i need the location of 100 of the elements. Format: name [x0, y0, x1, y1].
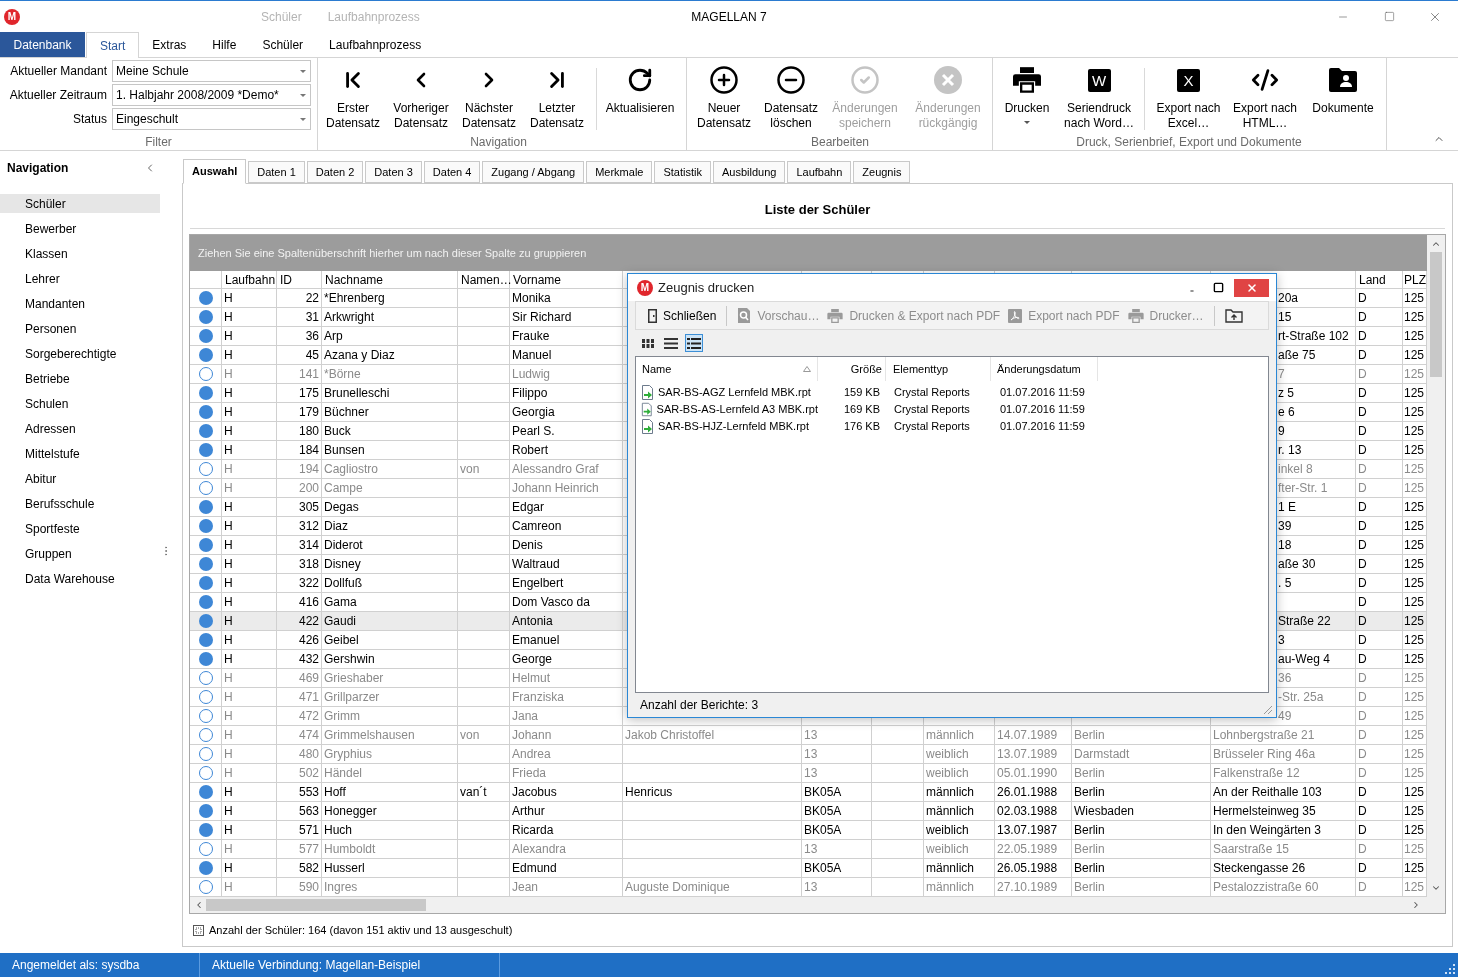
table-cell-text: H	[224, 613, 233, 630]
table-cell-text: männlich	[926, 784, 975, 801]
table-cell-text: H	[224, 518, 233, 535]
table-cell-text: Edgar	[512, 499, 545, 516]
table-cell-text: D	[1358, 822, 1367, 839]
table-cell-text: 125	[1404, 822, 1425, 839]
table-cell-text: Johann	[512, 727, 552, 744]
table-cell-text: D	[1358, 727, 1367, 744]
table-cell-text: 125	[1404, 499, 1425, 516]
table-cell-text: fter-Str. 1	[1278, 480, 1328, 497]
table-cell-text: H	[224, 841, 233, 858]
table-cell-text: 45	[305, 347, 319, 364]
status-text: Angemeldet als: sysdba	[12, 957, 140, 974]
table-cell-text: 125	[1404, 879, 1425, 896]
table-cell-text: weiblich	[926, 822, 969, 839]
table-cell-text: Robert	[512, 442, 549, 459]
group-label: Navigation	[469, 135, 528, 150]
table-cell-text: von	[460, 727, 480, 744]
table-cell-text: D	[1358, 366, 1367, 383]
table-cell-text: 318	[298, 556, 319, 573]
table-cell-text: H	[224, 879, 233, 896]
table-cell-text: Grimmelshausen	[324, 727, 415, 744]
table-cell-text: 125	[1404, 708, 1425, 725]
table-cell-text: Grillparzer	[324, 689, 380, 706]
table-cell-text: Wiesbaden	[1074, 803, 1135, 820]
table-cell-text: Jakob Christoffel	[625, 727, 715, 744]
table-cell-text: D	[1358, 689, 1367, 706]
table-cell-text: H	[224, 366, 233, 383]
table-cell-text: In den Weingärten 3	[1213, 822, 1321, 839]
table-cell-text: H	[224, 784, 233, 801]
table-cell-text: George	[512, 651, 553, 668]
table-cell-text: Dom Vasco da	[512, 594, 590, 611]
table-cell-text: Arkwright	[324, 309, 374, 326]
field-label: Aktueller Zeitraum	[8, 87, 107, 104]
table-cell-text: Berlin	[1074, 765, 1105, 782]
table-cell-text: D	[1358, 860, 1367, 877]
table-cell-text: Ricarda	[512, 822, 554, 839]
panel-title: Navigation	[7, 160, 70, 177]
table-cell-text: D	[1358, 499, 1367, 516]
table-cell-text: Lohnbergstraße 21	[1213, 727, 1315, 744]
table-cell-text: männlich	[926, 803, 975, 820]
list-cell-text: Crystal Reports	[894, 419, 970, 435]
table-cell-text: H	[224, 328, 233, 345]
list-cell-text: 01.07.2016 11:59	[1000, 419, 1085, 435]
table-cell-text: Antonia	[512, 613, 553, 630]
table-cell-text: H	[224, 746, 233, 763]
letter-tile-icon: X	[1177, 68, 1200, 92]
list-cell-text: SAR-BS-AGZ Lernfeld MBK.rpt	[658, 385, 811, 401]
table-cell-text: 13	[804, 841, 818, 858]
table-cell-text: D	[1358, 746, 1367, 763]
table-cell-text: D	[1358, 613, 1367, 630]
table-cell-text: 432	[298, 651, 319, 668]
table-cell-text: H	[224, 651, 233, 668]
table-cell-text: Humboldt	[324, 841, 376, 858]
table-cell-text: 200	[298, 480, 319, 497]
table-cell-text: D	[1358, 670, 1367, 687]
letter-tile-icon: W	[1087, 68, 1111, 92]
table-cell-text: 14.07.1989	[997, 727, 1058, 744]
table-cell-text: Arthur	[512, 803, 545, 820]
group-label: Druck, Serienbrief, Export und Dokumente	[1075, 135, 1303, 150]
table-cell-text: Franziska	[512, 689, 564, 706]
table-cell-text: 125	[1404, 841, 1425, 858]
table-cell-text: H	[224, 689, 233, 706]
table-cell-text: 125	[1404, 537, 1425, 554]
table-cell-text: H	[224, 461, 233, 478]
table-cell-text: Denis	[512, 537, 543, 554]
table-cell-text: D	[1358, 803, 1367, 820]
table-cell-text: e 6	[1278, 404, 1295, 421]
table-cell-text: H	[224, 290, 233, 307]
table-cell-text: 125	[1404, 594, 1425, 611]
table-cell-text: H	[224, 556, 233, 573]
table-cell-text: 125	[1404, 461, 1425, 478]
table-cell-text: Georgia	[512, 404, 555, 421]
table-cell-text: 125	[1404, 290, 1425, 307]
table-cell-text: Pestalozzistraße 60	[1213, 879, 1319, 896]
table-cell-text: 49	[1278, 708, 1292, 725]
logo-icon: M	[637, 279, 653, 296]
table-cell-text: Diaz	[324, 518, 348, 535]
table-cell-text: Berlin	[1074, 784, 1105, 801]
table-cell-text: *Börne	[324, 366, 361, 383]
table-cell-text: D	[1358, 518, 1367, 535]
table-cell-text: 125	[1404, 575, 1425, 592]
table-cell-text: 7	[1278, 366, 1285, 383]
table-cell-text: H	[224, 727, 233, 744]
table-cell-text: Steckengasse 26	[1213, 860, 1306, 877]
field-label: Status	[71, 111, 107, 128]
table-cell-text: Pearl S.	[512, 423, 555, 440]
table-cell-text: H	[224, 765, 233, 782]
table-cell-text: 125	[1404, 309, 1425, 326]
table-cell-text: 31	[305, 309, 319, 326]
table-cell-text: Huch	[324, 822, 352, 839]
table-cell-text: Händel	[324, 765, 363, 782]
table-cell-text: H	[224, 575, 233, 592]
table-cell-text: Frieda	[512, 765, 546, 782]
table-cell-text: D	[1358, 651, 1367, 668]
table-cell-text: H	[224, 347, 233, 364]
table-cell-text: 125	[1404, 480, 1425, 497]
table-cell-text: H	[224, 632, 233, 649]
list-cell-text: 01.07.2016 11:59	[1000, 385, 1085, 401]
table-cell-text: Dollfuß	[324, 575, 362, 592]
